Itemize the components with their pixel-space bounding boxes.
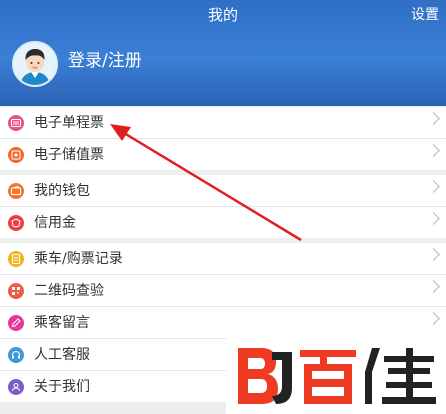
menu-item-single-ticket[interactable]: 电子单程票 [0, 107, 446, 139]
chevron-right-icon [427, 280, 440, 293]
ticket-group: 电子单程票 电子储值票 [0, 107, 446, 170]
qr-code-icon [8, 282, 24, 299]
menu-item-label: 乘客留言 [34, 314, 90, 331]
about-icon [8, 378, 24, 395]
menu-item-label: 乘车/购票记录 [34, 250, 123, 267]
menu-item-qr-check[interactable]: 二维码查验 [0, 275, 446, 307]
record-icon [8, 250, 24, 267]
chevron-right-icon [427, 144, 440, 157]
ticket-icon [8, 114, 24, 131]
menu-item-label: 电子储值票 [34, 146, 104, 163]
menu-item-stored-value-ticket[interactable]: 电子储值票 [0, 139, 446, 170]
baijia-logo-icon [238, 348, 436, 404]
menu-item-label: 电子单程票 [34, 114, 104, 131]
credit-icon [8, 214, 24, 231]
menu-item-label: 人工客服 [34, 346, 90, 363]
stored-value-ticket-icon [8, 146, 24, 163]
menu-item-label: 我的钱包 [34, 182, 90, 199]
menu-item-ride-records[interactable]: 乘车/购票记录 [0, 243, 446, 275]
menu-item-passenger-message[interactable]: 乘客留言 [0, 307, 446, 339]
login-register-link[interactable]: 登录/注册 [68, 50, 142, 72]
avatar[interactable] [12, 41, 58, 87]
menu-item-label: 信用金 [34, 214, 76, 231]
chevron-right-icon [427, 180, 440, 193]
watermark-logo: 百佳 [226, 338, 446, 414]
page-title: 我的 [207, 6, 238, 24]
message-icon [8, 314, 24, 331]
chevron-right-icon [427, 248, 440, 261]
headset-icon [8, 346, 24, 363]
menu-item-label: 关于我们 [34, 378, 90, 395]
wallet-group: 我的钱包 信用金 [0, 175, 446, 238]
menu-item-label: 二维码查验 [34, 282, 104, 299]
chevron-right-icon [427, 312, 440, 325]
wallet-icon [8, 182, 24, 199]
profile-header: 我的 设置 登录/注册 [0, 0, 446, 106]
menu-item-wallet[interactable]: 我的钱包 [0, 175, 446, 207]
chevron-right-icon [427, 212, 440, 225]
settings-button[interactable]: 设置 [411, 6, 439, 24]
menu-item-credit[interactable]: 信用金 [0, 207, 446, 238]
user-avatar-icon [20, 49, 50, 85]
chevron-right-icon [427, 112, 440, 125]
